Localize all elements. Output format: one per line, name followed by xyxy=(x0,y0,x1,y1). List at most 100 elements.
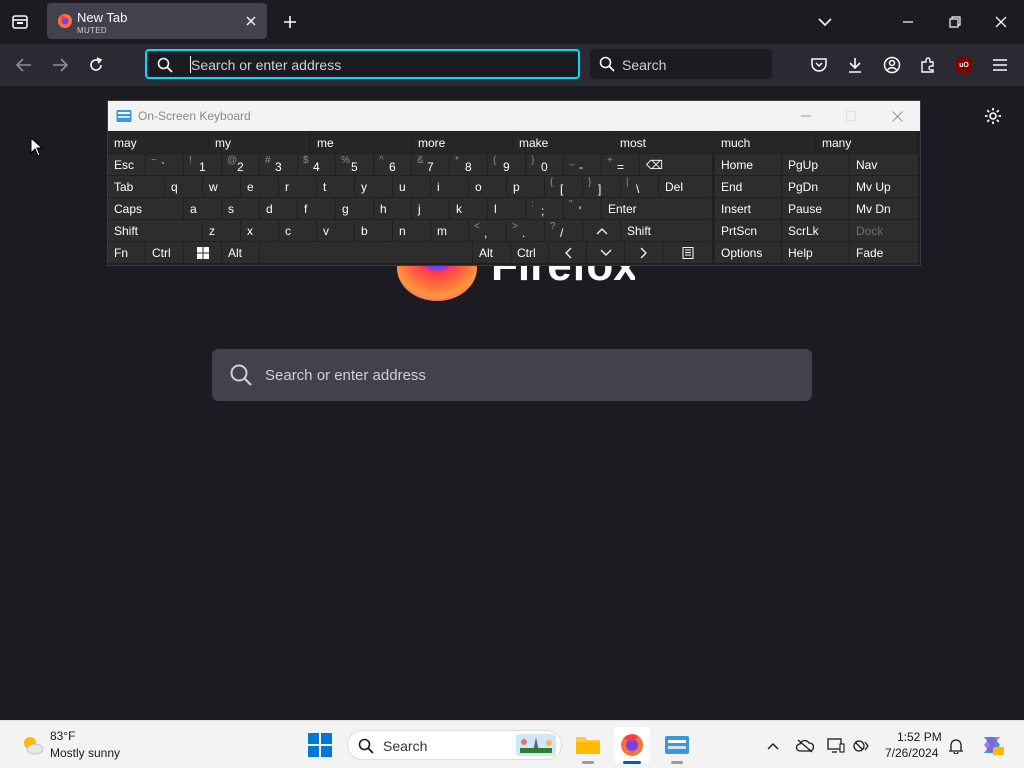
osk-key-punct-1[interactable]: " ' xyxy=(564,198,601,219)
ublock-origin-button[interactable]: uO xyxy=(951,52,977,78)
new-tab-search-input[interactable]: Search or enter address xyxy=(265,367,426,384)
show-hidden-icons-button[interactable] xyxy=(762,735,784,757)
osk-key-p[interactable]: p xyxy=(507,176,544,197)
copilot-button[interactable] xyxy=(979,732,1005,758)
tab-close-button[interactable] xyxy=(243,13,259,29)
back-button[interactable] xyxy=(10,52,38,78)
osk-key-o[interactable]: o xyxy=(469,176,506,197)
osk-key-punct-0[interactable]: :; xyxy=(526,198,563,219)
osk-key-t[interactable]: t xyxy=(317,176,354,197)
osk-key-a[interactable]: a xyxy=(184,198,221,219)
osk-key-bracket-0[interactable]: {[ xyxy=(545,176,582,197)
partly-sunny-icon[interactable] xyxy=(20,733,44,757)
reload-button[interactable] xyxy=(82,52,110,78)
osk-key-arrow-left[interactable] xyxy=(549,242,586,263)
osk-key-c[interactable]: c xyxy=(279,220,316,241)
osk-key-h[interactable]: h xyxy=(374,198,411,219)
taskbar-file-explorer[interactable] xyxy=(570,727,606,764)
osk-key-del[interactable]: Del xyxy=(659,176,712,197)
osk-key-insert[interactable]: Insert xyxy=(715,198,781,219)
osk-key-esc[interactable]: Esc xyxy=(108,154,145,175)
osk-key--[interactable]: _ - xyxy=(564,154,601,175)
weather-temperature[interactable]: 83°F xyxy=(50,729,75,743)
network-volume-tray-icon[interactable] xyxy=(851,735,873,757)
clock-time[interactable]: 1:52 PM xyxy=(897,730,942,744)
osk-close-button[interactable] xyxy=(886,105,908,127)
osk-key-w[interactable]: w xyxy=(203,176,240,197)
osk-key-`[interactable]: ~ ` xyxy=(146,154,183,175)
osk-key-ctrl-left[interactable]: Ctrl xyxy=(146,242,183,263)
osk-key-b[interactable]: b xyxy=(355,220,392,241)
osk-key-pgup[interactable]: PgUp xyxy=(782,154,849,175)
osk-suggestion-most[interactable]: most xyxy=(614,132,714,153)
osk-key-v[interactable]: v xyxy=(317,220,354,241)
osk-key-3[interactable]: #3 xyxy=(260,154,297,175)
list-all-tabs-button[interactable] xyxy=(810,8,840,36)
osk-key-end[interactable]: End xyxy=(715,176,781,197)
osk-key-ctrl-right[interactable]: Ctrl xyxy=(511,242,548,263)
osk-key-backspace[interactable]: ⌫ xyxy=(640,154,712,175)
minimize-button[interactable] xyxy=(893,8,923,36)
osk-key-arrow-down[interactable] xyxy=(587,242,624,263)
osk-key-space[interactable] xyxy=(260,242,472,263)
osk-maximize-button[interactable] xyxy=(840,105,862,127)
osk-key-shift-left[interactable]: Shift xyxy=(108,220,202,241)
osk-key-help[interactable]: Help xyxy=(782,242,849,263)
display-tray-icon[interactable] xyxy=(825,735,847,757)
onedrive-tray-icon[interactable] xyxy=(794,735,816,757)
osk-key-punct-row4-1[interactable]: >. xyxy=(507,220,544,241)
osk-minimize-button[interactable] xyxy=(795,105,817,127)
osk-key-e[interactable]: e xyxy=(241,176,278,197)
downloads-button[interactable] xyxy=(842,52,868,78)
osk-suggestion-more[interactable]: more xyxy=(412,132,512,153)
osk-key-alt-left[interactable]: Alt xyxy=(222,242,259,263)
osk-key-9[interactable]: (9 xyxy=(488,154,525,175)
osk-key-mv-up[interactable]: Mv Up xyxy=(850,176,918,197)
osk-key-tab[interactable]: Tab xyxy=(108,176,164,197)
osk-title-bar[interactable]: On-Screen Keyboard xyxy=(108,101,920,131)
account-button[interactable] xyxy=(879,52,905,78)
osk-key-pgdn[interactable]: PgDn xyxy=(782,176,849,197)
osk-key-windows[interactable] xyxy=(184,242,221,263)
osk-key-0[interactable]: ) 0 xyxy=(526,154,563,175)
osk-key-i[interactable]: i xyxy=(431,176,468,197)
osk-key-shift-right[interactable]: Shift xyxy=(621,220,712,241)
osk-key-r[interactable]: r xyxy=(279,176,316,197)
osk-key-fade[interactable]: Fade xyxy=(850,242,918,263)
osk-key-mv-dn[interactable]: Mv Dn xyxy=(850,198,918,219)
restore-button[interactable] xyxy=(940,8,970,36)
osk-key-l[interactable]: l xyxy=(488,198,525,219)
url-bar[interactable]: Search or enter address xyxy=(145,49,580,79)
osk-key-y[interactable]: y xyxy=(355,176,392,197)
osk-key-arrow-right[interactable] xyxy=(625,242,662,263)
windows-start-icon[interactable] xyxy=(307,732,333,758)
personalize-settings-button[interactable] xyxy=(980,103,1006,129)
osk-key-f[interactable]: f xyxy=(298,198,335,219)
osk-key-u[interactable]: u xyxy=(393,176,430,197)
extensions-button[interactable] xyxy=(915,52,941,78)
new-tab-button[interactable] xyxy=(278,8,302,36)
osk-key-arrow-up[interactable] xyxy=(583,220,620,241)
osk-suggestion-much[interactable]: much xyxy=(715,132,815,153)
osk-suggestion-many[interactable]: many xyxy=(816,132,916,153)
osk-key-j[interactable]: j xyxy=(412,198,449,219)
osk-key-pause[interactable]: Pause xyxy=(782,198,849,219)
search-bar[interactable]: Search xyxy=(590,49,772,79)
osk-key-2[interactable]: @2 xyxy=(222,154,259,175)
osk-key-fn[interactable]: Fn xyxy=(108,242,145,263)
tab-new-tab[interactable]: New Tab MUTED xyxy=(47,3,267,39)
osk-suggestion-my[interactable]: my xyxy=(209,132,309,153)
osk-suggestion-me[interactable]: me xyxy=(311,132,411,153)
app-menu-button[interactable] xyxy=(987,52,1013,78)
taskbar-search-box[interactable]: Search xyxy=(347,730,562,760)
new-tab-search-box[interactable]: Search or enter address xyxy=(212,349,812,401)
osk-key-6[interactable]: ^ 6 xyxy=(374,154,411,175)
notifications-button[interactable] xyxy=(945,735,967,757)
osk-key-prtscn[interactable]: PrtScn xyxy=(715,220,781,241)
osk-key-m[interactable]: m xyxy=(431,220,468,241)
osk-key-s[interactable]: s xyxy=(222,198,259,219)
osk-key-g[interactable]: g xyxy=(336,198,373,219)
osk-key-context-menu[interactable] xyxy=(663,242,712,263)
osk-key-caps[interactable]: Caps xyxy=(108,198,183,219)
osk-key-options[interactable]: Options xyxy=(715,242,781,263)
